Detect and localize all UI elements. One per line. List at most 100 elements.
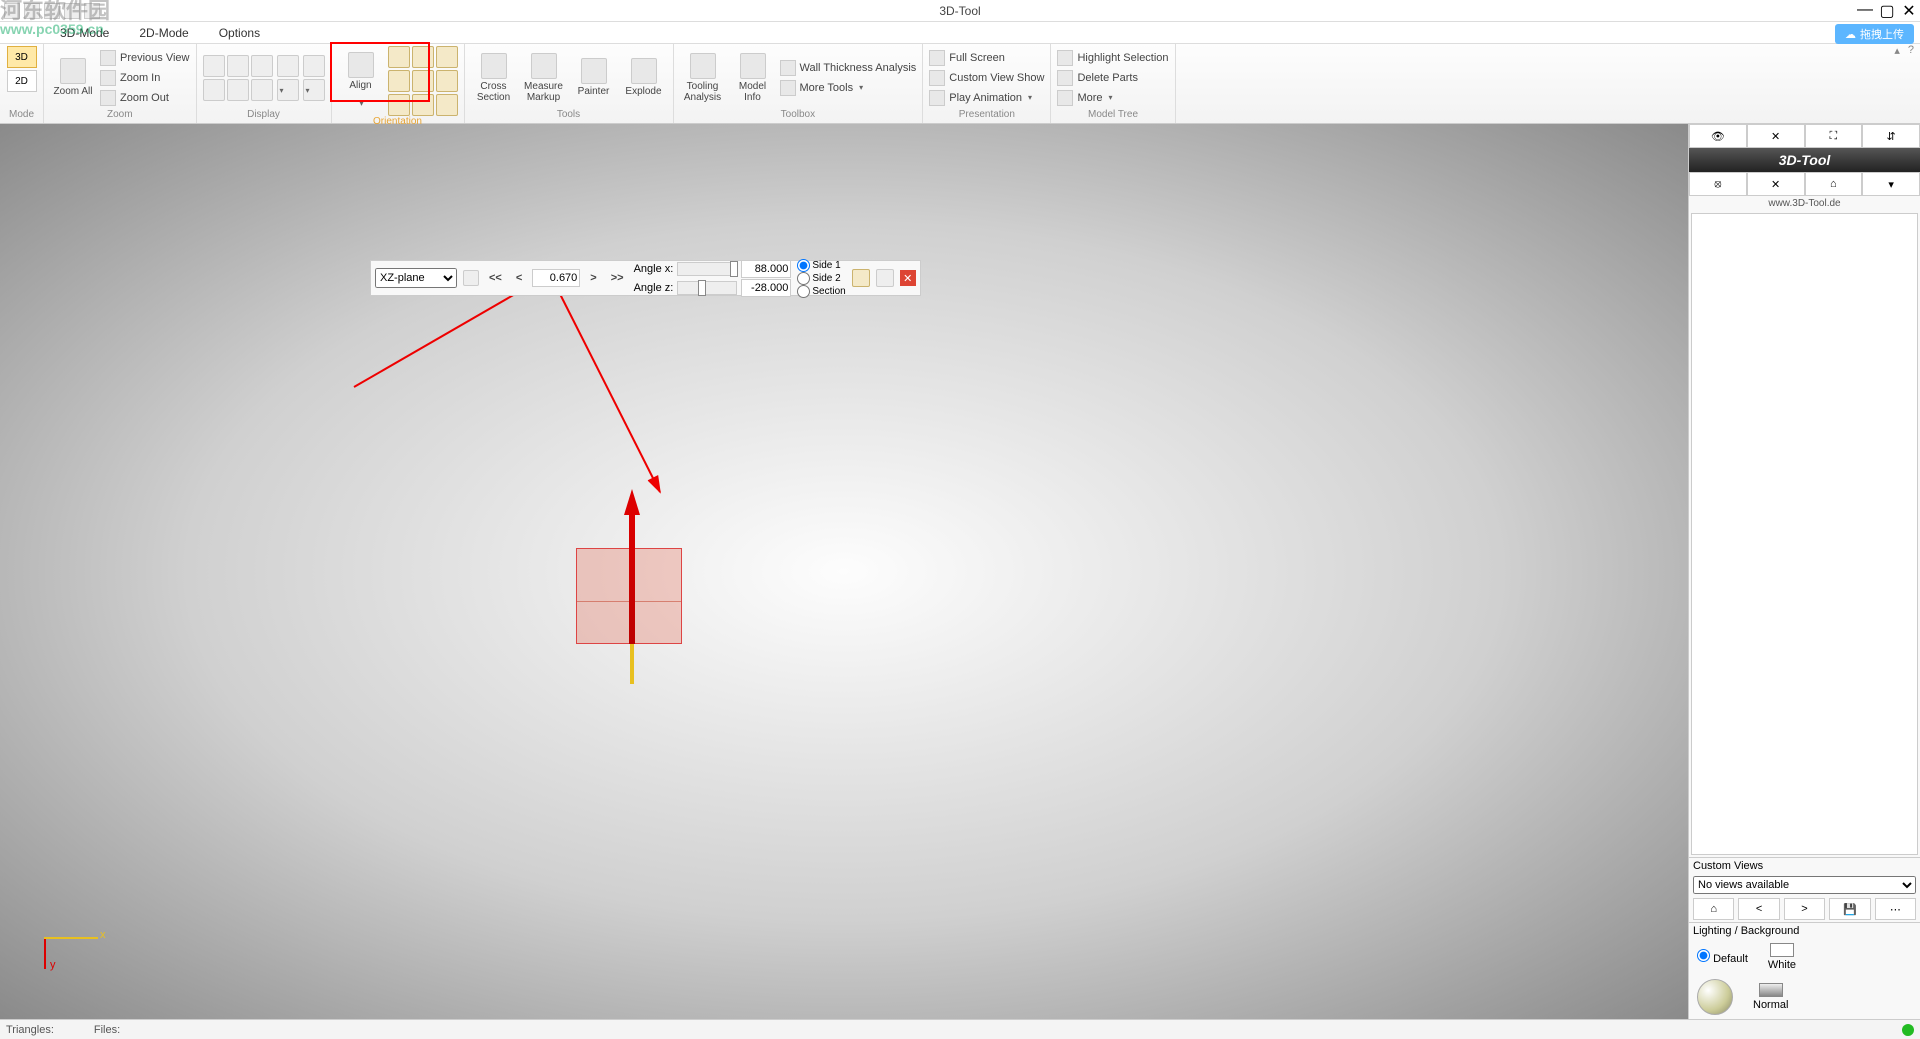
plane-select[interactable]: XZ-plane xyxy=(375,268,457,288)
mode-2d-button[interactable]: 2D xyxy=(7,70,37,92)
group-label-model-tree: Model Tree xyxy=(1057,109,1168,123)
highlight-icon xyxy=(1057,50,1073,66)
step-value-input[interactable] xyxy=(532,269,580,287)
rp-hide-icon[interactable]: ⦻ xyxy=(1689,172,1747,196)
maximize-button[interactable]: ▢ xyxy=(1876,1,1898,21)
rp-home-icon[interactable]: ⌂ xyxy=(1805,172,1863,196)
view-top-button[interactable] xyxy=(412,46,434,68)
wall-thickness-button[interactable]: Wall Thickness Analysis xyxy=(780,59,917,77)
qat-undo-icon[interactable] xyxy=(64,3,80,19)
side2-radio[interactable]: Side 2 xyxy=(797,272,845,285)
statusbar: Triangles: Files: xyxy=(0,1019,1920,1039)
rp-invert-icon[interactable]: ⇵ xyxy=(1862,124,1920,148)
view-right-button[interactable] xyxy=(412,70,434,92)
nav-next-button[interactable]: > xyxy=(1784,898,1825,920)
angle-x-slider[interactable] xyxy=(677,262,737,276)
lock-icon[interactable] xyxy=(463,270,479,286)
align-button[interactable]: Align xyxy=(338,52,384,111)
angle-z-slider[interactable] xyxy=(677,281,737,295)
display-extra-1[interactable] xyxy=(277,55,299,77)
rp-expand-icon[interactable]: ⛶ xyxy=(1805,124,1863,148)
angle-x-input[interactable] xyxy=(741,260,791,278)
custom-view-show-button[interactable]: Custom View Show xyxy=(929,69,1044,87)
gear-icon[interactable] xyxy=(876,269,894,287)
qat-print-icon[interactable] xyxy=(44,3,60,19)
full-screen-button[interactable]: Full Screen xyxy=(929,49,1044,67)
view-left-button[interactable] xyxy=(388,70,410,92)
side1-radio[interactable]: Side 1 xyxy=(797,259,845,272)
upload-badge[interactable]: ☁ 拖拽上传 xyxy=(1835,24,1914,44)
more-model-tree-button[interactable]: More xyxy=(1057,89,1168,107)
view-iso2-button[interactable] xyxy=(436,70,458,92)
previous-view-button[interactable]: Previous View xyxy=(100,49,190,67)
zoom-out-button[interactable]: Zoom Out xyxy=(100,89,190,107)
rp-show-icon[interactable]: ✕ xyxy=(1747,172,1805,196)
display-extra-2[interactable] xyxy=(277,79,299,101)
display-color-2[interactable] xyxy=(303,79,325,101)
nav-extra-button[interactable]: ⋯ xyxy=(1875,898,1916,920)
help-icon[interactable]: ▴ xyxy=(1894,44,1900,57)
step-f-button[interactable]: > xyxy=(586,272,600,284)
group-label-zoom: Zoom xyxy=(50,109,190,123)
tooling-analysis-button[interactable]: Tooling Analysis xyxy=(680,53,726,103)
view-iso1-button[interactable] xyxy=(436,46,458,68)
painter-button[interactable]: Painter xyxy=(571,58,617,97)
nav-prev-button[interactable]: < xyxy=(1738,898,1779,920)
display-wire-button[interactable] xyxy=(227,55,249,77)
tab-3d-mode[interactable]: 3D-Mode xyxy=(60,26,109,40)
qat-open-icon[interactable] xyxy=(4,3,20,19)
measure-markup-button[interactable]: Measure Markup xyxy=(521,53,567,103)
cross-section-button[interactable]: Cross Section xyxy=(471,53,517,103)
model-info-button[interactable]: Model Info xyxy=(730,53,776,103)
mode-3d-button[interactable]: 3D xyxy=(7,46,37,68)
zoom-in-icon xyxy=(100,70,116,86)
step-ff-button[interactable]: >> xyxy=(607,272,628,284)
zoom-all-button[interactable]: Zoom All xyxy=(50,58,96,97)
step-bb-button[interactable]: << xyxy=(485,272,506,284)
display-shaded-button[interactable] xyxy=(203,55,225,77)
bg-white-swatch[interactable] xyxy=(1770,943,1794,957)
cross-section-close-button[interactable]: ✕ xyxy=(900,270,916,286)
nav-home-button[interactable]: ⌂ xyxy=(1693,898,1734,920)
zoom-in-button[interactable]: Zoom In xyxy=(100,69,190,87)
bulb-icon[interactable] xyxy=(852,269,870,287)
qat-redo-icon[interactable] xyxy=(84,3,100,19)
rp-url[interactable]: www.3D-Tool.de xyxy=(1689,196,1920,211)
delete-parts-button[interactable]: Delete Parts xyxy=(1057,69,1168,87)
minimize-button[interactable]: — xyxy=(1854,1,1876,21)
display-transparent-button[interactable] xyxy=(227,79,249,101)
tab-2d-mode[interactable]: 2D-Mode xyxy=(139,26,188,40)
display-color-1[interactable] xyxy=(303,55,325,77)
section-radio[interactable]: Section xyxy=(797,285,845,298)
view-iso3-button[interactable] xyxy=(436,94,458,116)
view-bottom-button[interactable] xyxy=(412,94,434,116)
viewport-3d[interactable]: XZ-plane << < > >> Angle x: Angle z: xyxy=(0,124,1688,1019)
rp-settings-icon[interactable]: ▾ xyxy=(1862,172,1920,196)
display-hidden-button[interactable] xyxy=(251,55,273,77)
step-b-button[interactable]: < xyxy=(512,272,526,284)
tab-options[interactable]: Options xyxy=(219,26,260,40)
bg-normal-swatch[interactable] xyxy=(1759,983,1783,997)
angle-z-input[interactable] xyxy=(741,279,791,297)
display-edges-button[interactable] xyxy=(203,79,225,101)
more-tools-button[interactable]: More Tools xyxy=(780,79,917,97)
display-iso-button[interactable] xyxy=(251,79,273,101)
view-back-button[interactable] xyxy=(388,94,410,116)
close-button[interactable]: ✕ xyxy=(1898,1,1920,21)
fullscreen-icon xyxy=(929,50,945,66)
highlight-selection-button[interactable]: Highlight Selection xyxy=(1057,49,1168,67)
play-animation-button[interactable]: Play Animation xyxy=(929,89,1044,107)
default-lighting-radio[interactable]: Default xyxy=(1697,949,1748,965)
custom-views-select[interactable]: No views available xyxy=(1693,876,1916,894)
qat-save-icon[interactable] xyxy=(24,3,40,19)
nav-save-button[interactable]: 💾 xyxy=(1829,898,1870,920)
side-radios: Side 1 Side 2 Section xyxy=(797,259,845,298)
model-tree[interactable] xyxy=(1691,213,1918,855)
rp-visibility-icon[interactable]: 👁 xyxy=(1689,124,1747,148)
rp-clear-icon[interactable]: ✕ xyxy=(1747,124,1805,148)
explode-icon xyxy=(631,58,657,84)
about-icon[interactable]: ? xyxy=(1908,44,1914,57)
lighting-ball[interactable] xyxy=(1697,979,1733,1015)
explode-button[interactable]: Explode xyxy=(621,58,667,97)
view-front-button[interactable] xyxy=(388,46,410,68)
